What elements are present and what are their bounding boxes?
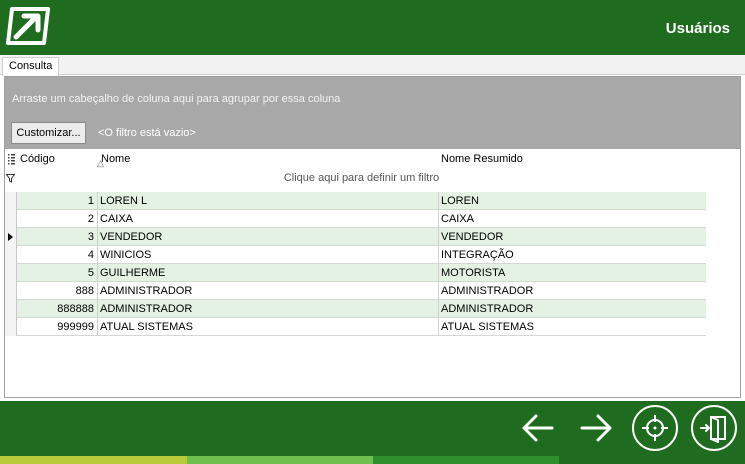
column-chooser-icon[interactable] (5, 149, 17, 169)
column-divider (97, 228, 98, 246)
row-indicator[interactable] (5, 210, 17, 228)
cell-nome-resumido[interactable]: VENDEDOR (438, 228, 706, 246)
filter-status-text: <O filtro está vazio> (98, 127, 196, 139)
exit-button[interactable] (691, 405, 737, 451)
column-divider (438, 300, 439, 318)
column-divider (97, 264, 98, 282)
tab-consulta[interactable]: Consulta (2, 57, 60, 76)
cell-codigo[interactable]: 999999 (17, 318, 96, 336)
column-divider (438, 228, 439, 246)
column-divider (97, 300, 98, 318)
cell-nome[interactable]: GUILHERME (98, 264, 438, 282)
group-by-hint: Arraste um cabeçalho de coluna aqui para… (12, 93, 341, 105)
filter-placeholder: Clique aqui para definir um filtro (283, 172, 440, 184)
cell-codigo[interactable]: 5 (17, 264, 96, 282)
column-divider (438, 264, 439, 282)
column-divider (438, 192, 439, 210)
table-row[interactable]: 888 ADMINISTRADOR ADMINISTRADOR (5, 282, 706, 300)
customize-button[interactable]: Customizar... (11, 122, 86, 144)
cell-nome[interactable]: ATUAL SISTEMAS (98, 318, 438, 336)
column-header-label: Código (20, 153, 55, 165)
column-header-nome-resumido[interactable]: Nome Resumido (438, 149, 706, 169)
column-divider (438, 246, 439, 264)
app-header: Usuários (0, 0, 745, 55)
table-row[interactable]: 888888 ADMINISTRADOR ADMINISTRADOR (5, 300, 706, 318)
cell-nome[interactable]: ADMINISTRADOR (98, 282, 438, 300)
cell-nome-resumido[interactable]: INTEGRAÇÃO (438, 246, 706, 264)
filter-row[interactable]: Clique aqui para definir um filtro (5, 169, 706, 188)
cell-nome-resumido[interactable]: MOTORISTA (438, 264, 706, 282)
column-divider (438, 318, 439, 336)
cell-nome[interactable]: VENDEDOR (98, 228, 438, 246)
column-header-nome[interactable]: Nome (98, 149, 438, 169)
cell-nome-resumido[interactable]: ATUAL SISTEMAS (438, 318, 706, 336)
cell-nome[interactable]: WINICIOS (98, 246, 438, 264)
arrow-box-logo-icon (6, 7, 50, 45)
column-header-codigo[interactable]: Código △ (17, 149, 104, 169)
grid-header-row: Código △ Nome Nome Resumido (5, 149, 706, 169)
footer-stripe (187, 456, 373, 464)
exit-door-icon (700, 416, 726, 443)
cell-codigo[interactable]: 2 (17, 210, 96, 228)
row-indicator[interactable] (5, 246, 17, 264)
table-row[interactable]: 999999 ATUAL SISTEMAS ATUAL SISTEMAS (5, 318, 706, 336)
current-row-pointer-icon (8, 233, 13, 241)
column-divider (438, 282, 439, 300)
cell-nome-resumido[interactable]: ADMINISTRADOR (438, 300, 706, 318)
filter-icon (6, 174, 15, 183)
cell-codigo[interactable]: 888 (17, 282, 96, 300)
row-indicator[interactable] (5, 228, 17, 246)
cell-codigo[interactable]: 3 (17, 228, 96, 246)
column-divider (97, 318, 98, 336)
row-indicator[interactable] (5, 300, 17, 318)
cell-nome-resumido[interactable]: CAIXA (438, 210, 706, 228)
table-row[interactable]: 1 LOREN L LOREN (5, 192, 706, 210)
column-divider (97, 210, 98, 228)
footer-stripe (559, 456, 745, 464)
locate-button[interactable] (632, 405, 678, 451)
table-row[interactable]: 3 VENDEDOR VENDEDOR (5, 228, 706, 246)
footer-stripe (373, 456, 559, 464)
cell-nome[interactable]: ADMINISTRADOR (98, 300, 438, 318)
table-row[interactable]: 2 CAIXA CAIXA (5, 210, 706, 228)
cell-codigo[interactable]: 4 (17, 246, 96, 264)
cell-codigo[interactable]: 1 (17, 192, 96, 210)
row-indicator[interactable] (5, 282, 17, 300)
page-title: Usuários (665, 20, 730, 37)
column-divider (438, 210, 439, 228)
row-indicator[interactable] (5, 192, 17, 210)
grid-container: Arraste um cabeçalho de coluna aqui para… (4, 76, 741, 398)
column-divider (97, 192, 98, 210)
footer-stripe (0, 456, 187, 464)
cell-nome-resumido[interactable]: LOREN (438, 192, 706, 210)
cell-nome[interactable]: LOREN L (98, 192, 438, 210)
table-row[interactable]: 4 WINICIOS INTEGRAÇÃO (5, 246, 706, 264)
tab-bar: Consulta (0, 55, 745, 76)
crosshair-icon (642, 415, 668, 441)
column-divider (97, 246, 98, 264)
table-row[interactable]: 5 GUILHERME MOTORISTA (5, 264, 706, 282)
cell-nome[interactable]: CAIXA (98, 210, 438, 228)
arrow-left-icon[interactable] (515, 405, 561, 451)
row-indicator[interactable] (5, 264, 17, 282)
row-indicator[interactable] (5, 318, 17, 336)
group-by-panel[interactable]: Arraste um cabeçalho de coluna aqui para… (5, 77, 740, 149)
arrow-right-icon[interactable] (573, 405, 619, 451)
cell-codigo[interactable]: 888888 (17, 300, 96, 318)
column-divider (97, 282, 98, 300)
cell-nome-resumido[interactable]: ADMINISTRADOR (438, 282, 706, 300)
